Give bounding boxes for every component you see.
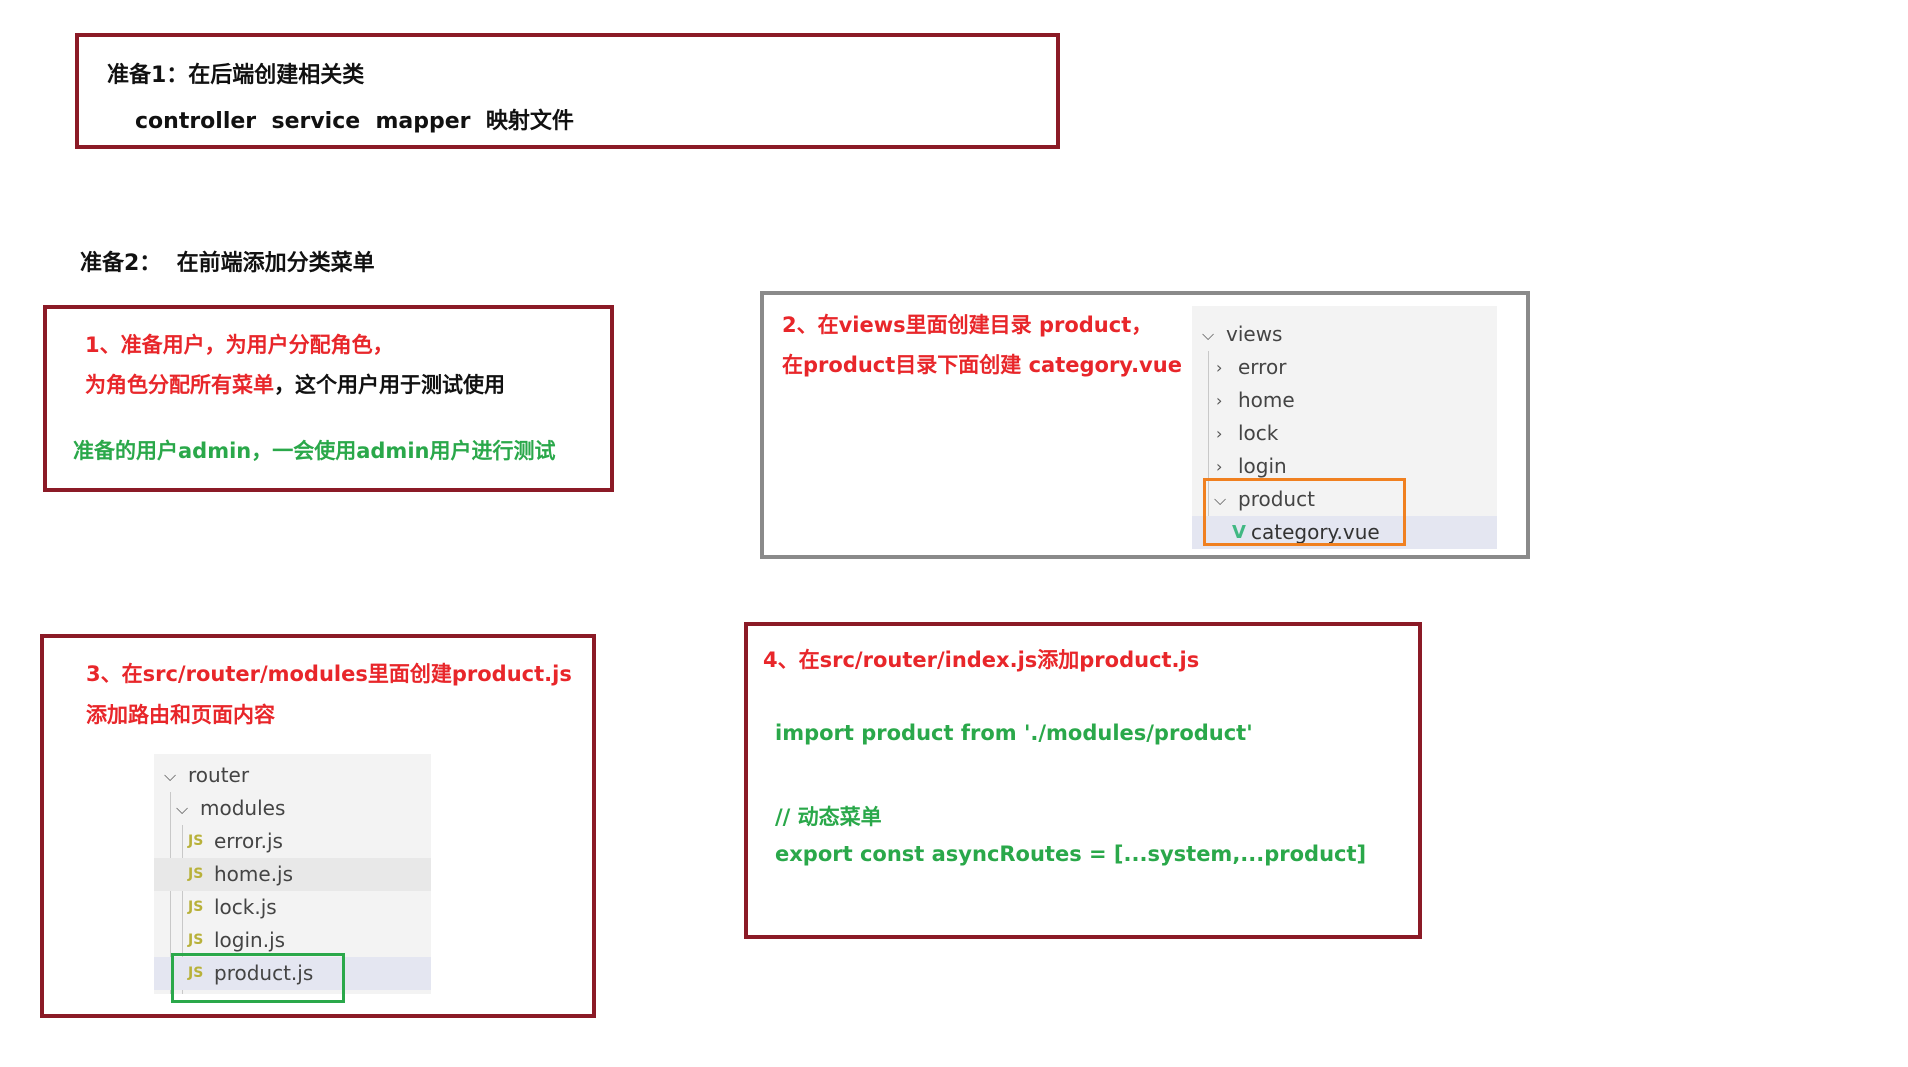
step1-line1: 1、准备用户，为用户分配角色， bbox=[85, 333, 394, 357]
step4-comment: // 动态菜单 bbox=[775, 805, 882, 829]
step3-box: 3、在src/router/modules里面创建product.js 添加路由… bbox=[40, 634, 596, 1018]
js-icon: JS bbox=[188, 866, 204, 882]
step4-code-export: export const asyncRoutes = [...system,..… bbox=[775, 842, 1367, 866]
chevron-down-icon: ⌵ bbox=[164, 766, 177, 785]
tree-item-label: modules bbox=[200, 796, 286, 820]
step1-line2: 为角色分配所有菜单，这个用户用于测试使用 bbox=[85, 369, 505, 399]
prep1-title: 准备1：在后端创建相关类 bbox=[107, 63, 365, 88]
step4-code-import: import product from './modules/product' bbox=[775, 721, 1253, 745]
prep2-title: 准备2： 在前端添加分类菜单 bbox=[80, 251, 375, 276]
tree-item-label: router bbox=[188, 763, 250, 787]
tree-item-error-js[interactable]: JS error.js bbox=[154, 825, 431, 858]
step3-line1: 3、在src/router/modules里面创建product.js bbox=[86, 662, 572, 686]
step4-box: 4、在src/router/index.js添加product.js impor… bbox=[744, 622, 1422, 939]
step1-line2-red: 为角色分配所有菜单 bbox=[85, 373, 274, 397]
tree-item-home[interactable]: › home bbox=[1192, 384, 1497, 417]
chevron-down-icon: ⌵ bbox=[176, 799, 189, 818]
tree-item-home-js[interactable]: JS home.js bbox=[154, 858, 431, 891]
tree-item-modules[interactable]: ⌵ modules bbox=[154, 792, 431, 825]
step1-note: 准备的用户admin，一会使用admin用户进行测试 bbox=[73, 439, 556, 463]
tree-item-error[interactable]: › error bbox=[1192, 351, 1497, 384]
tree-item-label: error bbox=[1238, 355, 1287, 379]
highlight-frame-product-js bbox=[171, 953, 345, 1003]
step3-line2: 添加路由和页面内容 bbox=[86, 703, 275, 727]
tree-item-label: error.js bbox=[214, 829, 283, 853]
tree-item-label: lock.js bbox=[214, 895, 277, 919]
chevron-down-icon: ⌵ bbox=[1202, 325, 1215, 344]
tree-item-views[interactable]: ⌵ views bbox=[1192, 318, 1497, 351]
highlight-frame-product bbox=[1203, 478, 1406, 546]
step2-line2: 在product目录下面创建 category.vue bbox=[782, 353, 1182, 377]
prep1-items: controller service mapper 映射文件 bbox=[135, 109, 574, 134]
js-icon: JS bbox=[188, 899, 204, 915]
tree-item-label: home.js bbox=[214, 862, 294, 886]
tree-item-lock[interactable]: › lock bbox=[1192, 417, 1497, 450]
js-icon: JS bbox=[188, 833, 204, 849]
prep1-box: 准备1：在后端创建相关类 controller service mapper 映… bbox=[75, 33, 1060, 149]
tree-item-lock-js[interactable]: JS lock.js bbox=[154, 891, 431, 924]
chevron-right-icon: › bbox=[1216, 424, 1223, 443]
step4-title: 4、在src/router/index.js添加product.js bbox=[763, 648, 1200, 672]
views-file-tree: ⌵ views › error › home › lock › login ⌵ … bbox=[1192, 306, 1497, 549]
tree-item-label: views bbox=[1226, 322, 1283, 346]
tree-item-label: home bbox=[1238, 388, 1295, 412]
chevron-right-icon: › bbox=[1216, 358, 1223, 377]
step2-box: 2、在views里面创建目录 product， 在product目录下面创建 c… bbox=[760, 291, 1530, 559]
tree-item-label: lock bbox=[1238, 421, 1279, 445]
tree-item-router[interactable]: ⌵ router bbox=[154, 759, 431, 792]
step1-box: 1、准备用户，为用户分配角色， 为角色分配所有菜单，这个用户用于测试使用 准备的… bbox=[43, 305, 614, 492]
chevron-right-icon: › bbox=[1216, 391, 1223, 410]
step2-line1: 2、在views里面创建目录 product， bbox=[782, 313, 1153, 337]
router-file-tree: ⌵ router ⌵ modules JS error.js JS home.j… bbox=[154, 754, 431, 1003]
step1-line2-black: ，这个用户用于测试使用 bbox=[274, 373, 505, 397]
